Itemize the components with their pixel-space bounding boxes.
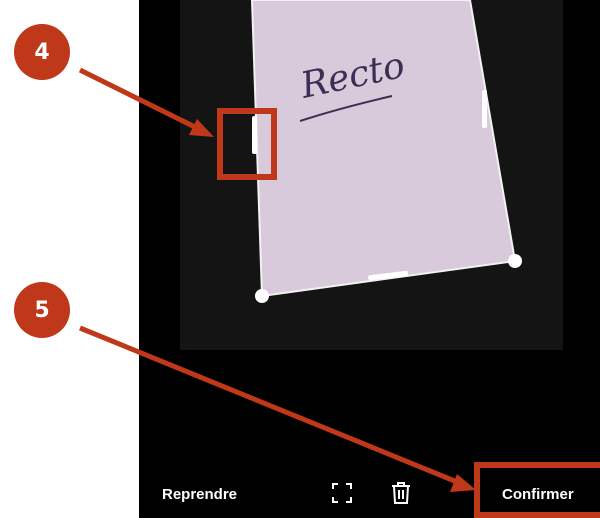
corner-handle-bottom-left[interactable] — [255, 289, 269, 303]
trash-icon[interactable] — [388, 480, 414, 506]
annotation-arrow-4 — [78, 67, 205, 134]
highlight-box-edge-handle — [217, 108, 277, 180]
step-badge-4: 4 — [14, 24, 70, 80]
retake-button[interactable]: Reprendre — [162, 486, 237, 503]
highlight-box-confirm — [474, 462, 600, 518]
document-crop-overlay: Recto — [78, 0, 522, 492]
step-badge-5: 5 — [14, 282, 70, 338]
document-paper — [250, 0, 517, 298]
right-edge-handle[interactable] — [482, 90, 487, 128]
corner-handle-bottom-right[interactable] — [508, 254, 522, 268]
fullscreen-expand-icon[interactable] — [329, 480, 355, 506]
annotation-arrowhead-4 — [189, 119, 214, 137]
annotation-arrow-5 — [79, 325, 463, 487]
